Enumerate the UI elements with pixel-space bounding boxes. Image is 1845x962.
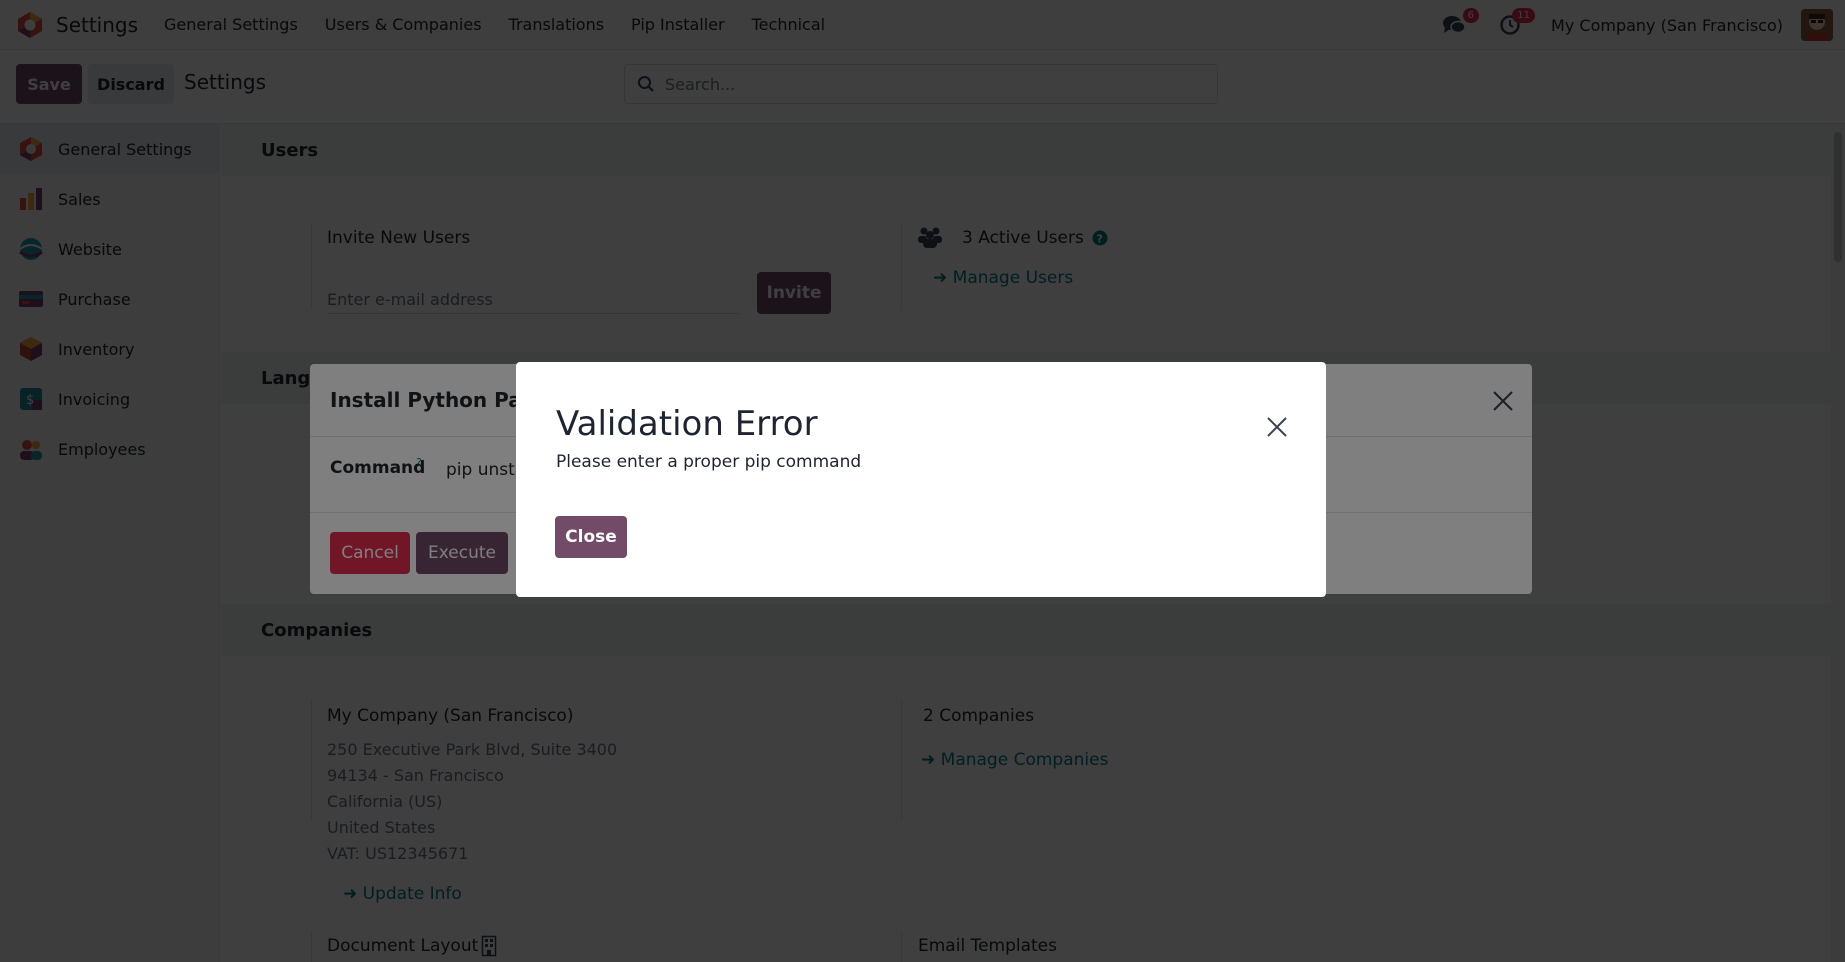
close-icon[interactable] — [1266, 416, 1288, 438]
validation-error-dialog: Validation Error Please enter a proper p… — [516, 362, 1326, 597]
close-button[interactable]: Close — [555, 516, 627, 558]
error-message: Please enter a proper pip command — [556, 452, 862, 472]
error-title: Validation Error — [556, 404, 818, 444]
